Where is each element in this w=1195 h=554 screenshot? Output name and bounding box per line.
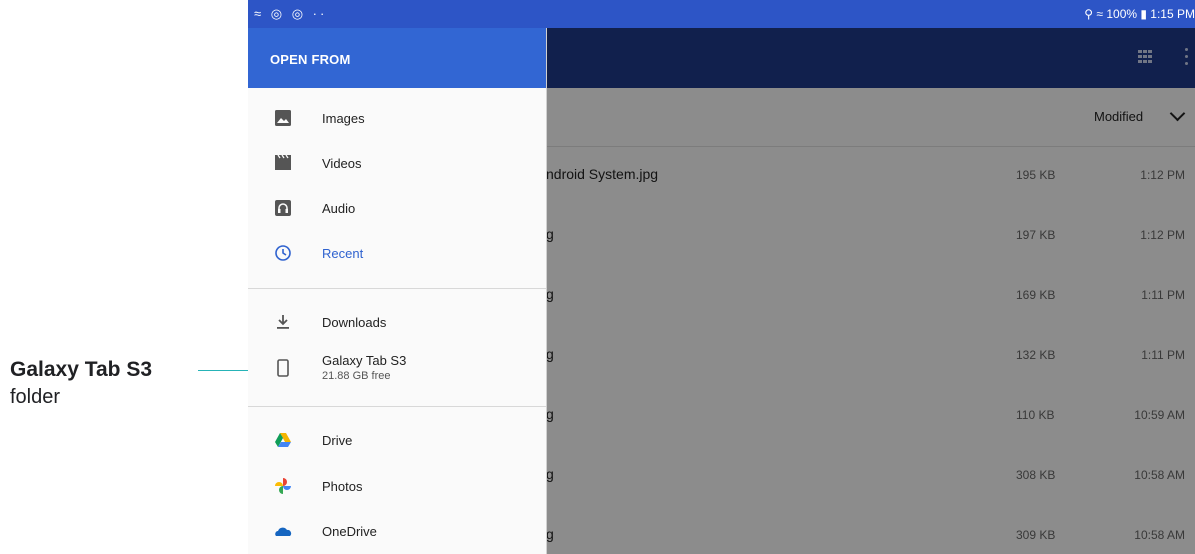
photos-icon (275, 478, 291, 494)
drawer-item-downloads[interactable]: Downloads (248, 300, 546, 346)
callout-title: Galaxy Tab S3 (10, 358, 153, 381)
drawer-title: OPEN FROM (270, 52, 351, 67)
drawer-item-label: Downloads (322, 315, 387, 330)
image-icon (275, 110, 291, 126)
drawer-item-label: Audio (322, 201, 356, 216)
callout: Galaxy Tab S3 folder (10, 356, 200, 410)
status-bar: ≈ ◎ ◎ ·· ⚲ ≈ 100% ▮ 1:15 PM (248, 0, 1195, 28)
clock-icon (275, 245, 291, 261)
drawer-item-label: Drive (322, 433, 353, 448)
callout-subtitle: folder (10, 386, 61, 408)
drawer-item-label: Recent (322, 246, 364, 261)
drawer-item-label: Videos (322, 156, 362, 171)
drawer-item-label: Photos (322, 479, 363, 494)
drawer-item-drive[interactable]: Drive (248, 418, 546, 464)
drawer-item-galaxy-tab-s3[interactable]: Galaxy Tab S3 21.88 GB free (248, 346, 546, 392)
drawer-item-recent[interactable]: Recent (248, 231, 546, 277)
drawer-item-images[interactable]: Images (248, 96, 546, 142)
drawer-item-label: Images (322, 111, 365, 126)
video-icon (275, 154, 291, 170)
navigation-drawer: OPEN FROM Images Videos Audio Recent Dow… (248, 28, 547, 554)
drawer-item-label: OneDrive (322, 524, 377, 539)
drawer-item-photos[interactable]: Photos (248, 464, 546, 510)
drawer-item-audio[interactable]: Audio (248, 186, 546, 232)
device-screen: ≈ ◎ ◎ ·· ⚲ ≈ 100% ▮ 1:15 PM Modified ndr… (248, 0, 1195, 554)
drawer-divider (248, 288, 546, 289)
audio-icon (275, 200, 291, 216)
status-right-info: ⚲ ≈ 100% ▮ 1:15 PM (1084, 7, 1195, 21)
drawer-item-videos[interactable]: Videos (248, 141, 546, 187)
drawer-item-free-space: 21.88 GB free (322, 370, 391, 382)
drawer-divider (248, 406, 546, 407)
download-icon (277, 315, 289, 329)
onedrive-icon (275, 527, 292, 536)
drawer-item-label: Galaxy Tab S3 (322, 353, 407, 368)
drawer-item-onedrive[interactable]: OneDrive (248, 509, 546, 554)
drawer-header: OPEN FROM (248, 28, 546, 88)
drive-icon (275, 433, 291, 447)
status-left-icons: ≈ ◎ ◎ ·· (254, 6, 328, 21)
tablet-icon (277, 359, 289, 377)
